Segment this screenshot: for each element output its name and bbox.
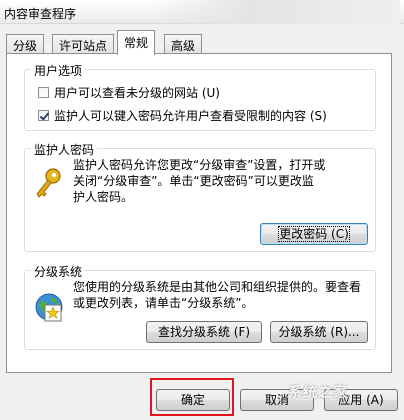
rating-systems-description: 您使用的分级系统是由其他公司和组织提供的。要查看 或更改列表，请单击“分级系统”… bbox=[73, 279, 361, 311]
rating-desc-line: 或更改列表，请单击“分级系统”。 bbox=[73, 296, 254, 310]
rating-systems-group: 分级系统 您使用的分级系统是由其他公司和组织提供的。要查看 或更改列表，请单击“… bbox=[24, 263, 376, 350]
tab-general[interactable]: 常规 bbox=[117, 30, 156, 55]
checkbox-checked[interactable] bbox=[38, 110, 49, 121]
supervisor-password-override-checkbox[interactable]: 监护人可以键入密码允许用户查看受限制的内容 (S) bbox=[38, 107, 327, 124]
allow-unrated-sites-checkbox[interactable]: 用户可以查看未分级的网站 (U) bbox=[38, 84, 220, 101]
rating-systems-title: 分级系统 bbox=[31, 263, 86, 280]
supervisor-password-title: 监护人密码 bbox=[31, 141, 98, 158]
title-bar-background bbox=[150, 0, 400, 24]
tab-approved-sites[interactable]: 许可站点 bbox=[52, 34, 115, 54]
user-options-title: 用户选项 bbox=[31, 62, 86, 79]
allow-unrated-sites-label: 用户可以查看未分级的网站 (U) bbox=[54, 86, 220, 100]
rating-systems-button[interactable]: 分级系统 (R)... bbox=[270, 321, 368, 343]
user-options-group: 用户选项 用户可以查看未分级的网站 (U) 监护人可以键入密码允许用户查看受限制… bbox=[24, 62, 376, 131]
window-title: 内容审查程序 bbox=[4, 7, 77, 21]
title-bar: 内容审查程序 bbox=[0, 0, 404, 24]
supervisor-password-group: 监护人密码 监护人密码允许您更改“分级审查”设置，打开或 关闭“分级审查”。单击… bbox=[24, 141, 376, 252]
general-tab-panel: 用户选项 用户可以查看未分级的网站 (U) 监护人可以键入密码允许用户查看受限制… bbox=[6, 53, 392, 373]
watermark: 系统之家 bbox=[288, 385, 348, 401]
supervisor-desc-line: 关闭“分级审查”。单击“更改密码”可以更改监 bbox=[73, 174, 314, 188]
supervisor-password-override-label: 监护人可以键入密码允许用户查看受限制的内容 (S) bbox=[54, 109, 327, 123]
change-password-label: 更改密码 (C) bbox=[278, 226, 350, 242]
rating-certificate-icon bbox=[35, 293, 63, 322]
checkbox-unchecked[interactable] bbox=[38, 87, 49, 98]
rating-desc-line: 您使用的分级系统是由其他公司和组织提供的。要查看 bbox=[73, 280, 362, 294]
key-icon bbox=[36, 168, 61, 198]
tab-ratings[interactable]: 分级 bbox=[6, 34, 45, 54]
supervisor-password-description: 监护人密码允许您更改“分级审查”设置，打开或 关闭“分级审查”。单击“更改密码”… bbox=[73, 157, 325, 205]
highlight-annotation bbox=[150, 378, 234, 416]
supervisor-desc-line: 护人密码。 bbox=[73, 190, 134, 204]
find-rating-systems-button[interactable]: 查找分级系统 (F) bbox=[146, 321, 262, 343]
change-password-button[interactable]: 更改密码 (C) bbox=[260, 223, 368, 245]
supervisor-desc-line: 监护人密码允许您更改“分级审查”设置，打开或 bbox=[73, 158, 326, 172]
tab-advanced[interactable]: 高级 bbox=[164, 34, 203, 54]
